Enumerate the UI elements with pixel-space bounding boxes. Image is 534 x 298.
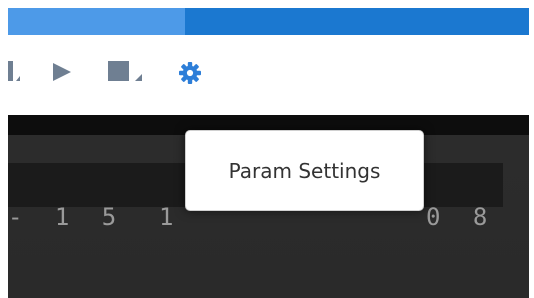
tooltip-text: Param Settings: [228, 158, 381, 183]
lcd-middle-digit: 1: [159, 203, 183, 231]
play-button[interactable]: [51, 61, 73, 89]
title-bar: [8, 8, 529, 35]
play-icon: [53, 63, 71, 81]
lcd-right-digits: 0 8: [426, 203, 497, 231]
stop-partial-button[interactable]: [8, 61, 36, 89]
app-window: - 1 5 1 0 8 Param Settings: [8, 8, 529, 298]
toolbar: [8, 35, 529, 115]
param-settings-button[interactable]: [176, 61, 204, 89]
lcd-left-digits: - 1 5: [8, 203, 126, 231]
stop-button[interactable]: [106, 61, 148, 89]
title-bar-segment: [8, 8, 185, 35]
gear-icon: [179, 62, 201, 84]
stop-partial-icon: [8, 61, 20, 81]
stop-icon: [108, 61, 142, 81]
tooltip: Param Settings: [185, 130, 424, 211]
